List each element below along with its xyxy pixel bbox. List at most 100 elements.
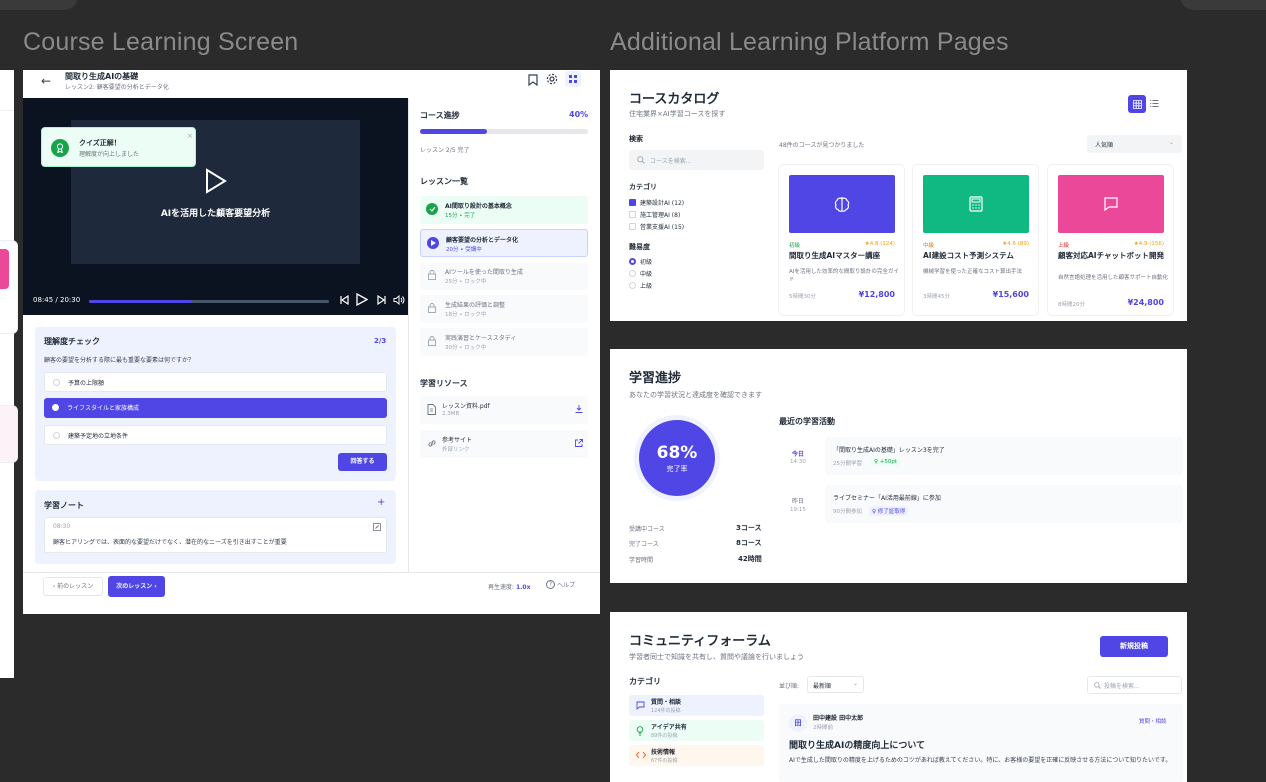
category-checkbox[interactable]: 施工管理AI (8) [629, 210, 680, 219]
list-view-button[interactable] [1150, 99, 1159, 108]
chevron-down-icon: ⌄ [1169, 139, 1175, 146]
back-button[interactable]: ← [41, 74, 57, 90]
lesson-meta: 30分 • ロック中 [445, 345, 487, 351]
resource-item[interactable]: レッスン資料.pdf 2.3MB [420, 396, 588, 424]
help-label: ヘルプ [557, 582, 576, 589]
activity-item[interactable]: 昨日 19:15 ライブセミナー「AI活用最前線」に参加 90分間参加 ♀ 修了… [779, 485, 1183, 523]
forum-post[interactable]: 田 田中建設 田中太郎 2時間前 質問・相談 間取り生成AIの精度向上について … [779, 704, 1183, 782]
course-frame: ← 間取り生成AIの基礎 レッスン2: 顧客要望の分析とデータ化 AIを活用した… [23, 70, 600, 614]
category-checkbox[interactable]: 営業支援AI (15) [629, 222, 684, 231]
activity-title: ライブセミナー「AI活用最前線」に参加 [833, 495, 941, 502]
quiz-option-selected[interactable]: ライフスタイルと家族構成 [44, 398, 387, 418]
left-section-heading: Course Learning Screen [23, 28, 299, 56]
next-lesson-button[interactable]: 次のレッスン › [108, 576, 165, 597]
grid-view-button[interactable] [1128, 95, 1146, 113]
category-checkbox[interactable]: 建築設計AI (12) [629, 198, 684, 207]
completion-circle: 68% 完了率 [639, 420, 715, 496]
settings-icon[interactable] [546, 73, 558, 85]
grid-view-icon[interactable] [565, 71, 581, 87]
external-link-icon[interactable] [575, 439, 583, 447]
activity-badge-label: +50pt [879, 459, 898, 465]
lesson-meta: 20分 • 受講中 [446, 247, 482, 253]
volume-icon[interactable] [393, 295, 405, 305]
radio-selected-icon [629, 258, 636, 265]
post-title: 間取り生成AIの精度向上について [789, 741, 926, 751]
stat-value: 3コース [736, 524, 762, 532]
download-icon[interactable] [575, 405, 583, 413]
course-card-rating: ★4.8 (124) [864, 241, 895, 247]
skip-back-icon[interactable] [339, 295, 349, 305]
course-card-rating: ★4.6 (89) [1002, 241, 1029, 247]
forum-category-name: 質問・相談 [651, 699, 682, 706]
partial-frame-divider [0, 110, 14, 111]
quiz-option-label: ライフスタイルと家族構成 [67, 405, 140, 412]
calculator-icon [969, 196, 983, 212]
toast-close-icon[interactable]: × [187, 132, 193, 140]
learning-frame: 学習進捗 あなたの学習状況と達成度を確認できます 68% 完了率 受講中コース … [610, 349, 1187, 583]
playback-speed[interactable]: 再生速度: 1.0x [488, 582, 530, 591]
bookmark-icon[interactable] [528, 74, 538, 86]
file-icon [427, 404, 436, 415]
top-stub-right [1180, 0, 1266, 10]
level-radio[interactable]: 中級 [629, 269, 652, 278]
forum-category-name: 技術情報 [651, 749, 676, 756]
note-time: 08:30 [53, 523, 71, 530]
activity-time: 19:15 [790, 507, 806, 513]
new-post-button[interactable]: 新規投稿 [1100, 636, 1168, 657]
resource-name: 参考サイト [442, 437, 473, 444]
add-note-button[interactable]: + [377, 497, 385, 508]
result-count: 48件のコースが見つかりました [779, 142, 865, 149]
quiz-counter: 2/3 [374, 337, 387, 345]
forum-search-input[interactable]: 投稿を検索... [1087, 676, 1182, 694]
stat-label: 学習時間 [629, 557, 654, 564]
time-separator: / [55, 296, 58, 304]
quiz-option-label: 予算の上限額 [68, 380, 105, 387]
activity-badge: ♀ 修了証取得 [869, 506, 909, 516]
activity-badge: ♀ +50pt [871, 458, 901, 466]
toast-body: 理解度が向上しました [79, 151, 140, 158]
sort-select[interactable]: 人気順 ⌄ [1087, 135, 1182, 153]
completion-percent: 68% [656, 442, 698, 463]
course-card[interactable]: 上級 ★4.9 (156) 顧客対応AIチャットボット開発 自然言語処理を活用し… [1048, 165, 1173, 315]
completion-ring: 68% 完了率 [634, 415, 720, 501]
post-time: 2時間前 [813, 725, 833, 731]
quiz-option[interactable]: 建築予定地の立地条件 [44, 425, 387, 445]
post-body: AIで生成した間取りの精度を上げるためのコツがあれば教えてください。特に、お客様… [789, 757, 1172, 764]
quiz-submit-button[interactable]: 回答する [338, 453, 387, 471]
post-tag: 質問・相談 [1139, 719, 1167, 725]
course-card[interactable]: 初級 ★4.8 (124) 間取り生成AIマスター講座 AIを活用した効率的な間… [779, 165, 904, 315]
forum-sort-select[interactable]: 最新順 ⌄ [807, 676, 864, 693]
help-button[interactable]: ? ヘルプ [546, 580, 575, 589]
search-icon [637, 156, 645, 164]
video-progress-track[interactable] [89, 300, 329, 303]
forum-category-item[interactable]: 質問・相談 124件の投稿 [629, 695, 764, 716]
resource-meta: 外部リンク [442, 447, 470, 453]
quiz-option[interactable]: 予算の上限額 [44, 372, 387, 392]
lesson-item-done[interactable]: AI間取り設計の基本概念 15分 • 完了 [420, 196, 588, 224]
activity-item[interactable]: 今日 14:30 「間取り生成AIの基礎」レッスン3を完了 25分間学習 ♀ +… [779, 437, 1183, 475]
level-radio[interactable]: 初級 [629, 257, 652, 266]
skip-forward-icon[interactable] [377, 295, 387, 305]
progress-track [420, 129, 588, 134]
next-lesson-label: 次のレッスン [116, 583, 153, 590]
catalog-search-input[interactable]: コースを検索... [629, 150, 764, 170]
chevron-down-icon: ⌄ [853, 680, 859, 687]
edit-icon[interactable] [373, 523, 381, 531]
checkbox-icon [629, 223, 636, 230]
level-radio[interactable]: 上級 [629, 281, 652, 290]
forum-category-item[interactable]: 技術情報 67件の投稿 [629, 745, 764, 766]
video-player[interactable]: AIを活用した顧客要望分析 クイズ正解！ 理解度が向上しました × 08:45 … [23, 98, 408, 315]
course-card[interactable]: 中級 ★4.6 (89) AI建設コスト予測システム 機械学習を使った正確なコス… [913, 165, 1038, 315]
play-small-icon[interactable] [356, 293, 368, 306]
total-time: 20:30 [60, 296, 81, 304]
course-card-desc: 自然言語処理を活用した顧客サポート自動化 [1058, 275, 1169, 281]
course-card-title: AI建設コスト予測システム [923, 251, 1014, 260]
lesson-item-current[interactable]: 顧客要望の分析とデータ化 20分 • 受講中 [420, 229, 588, 257]
play-icon[interactable] [204, 168, 228, 194]
resource-item[interactable]: 参考サイト 外部リンク [420, 430, 588, 458]
forum-category-item[interactable]: アイデア共有 89件の投稿 [629, 720, 764, 741]
quiz-panel: 理解度チェック 2/3 顧客の要望を分析する際に最も重要な要素は何ですか？ 予算… [35, 327, 396, 481]
forum-frame: コミュニティフォーラム 学習者同士で知識を共有し、質問や議論を行いましょう 新規… [610, 612, 1187, 782]
course-title: 間取り生成AIの基礎 [65, 72, 139, 81]
prev-lesson-button[interactable]: ‹ 前のレッスン [43, 577, 103, 596]
